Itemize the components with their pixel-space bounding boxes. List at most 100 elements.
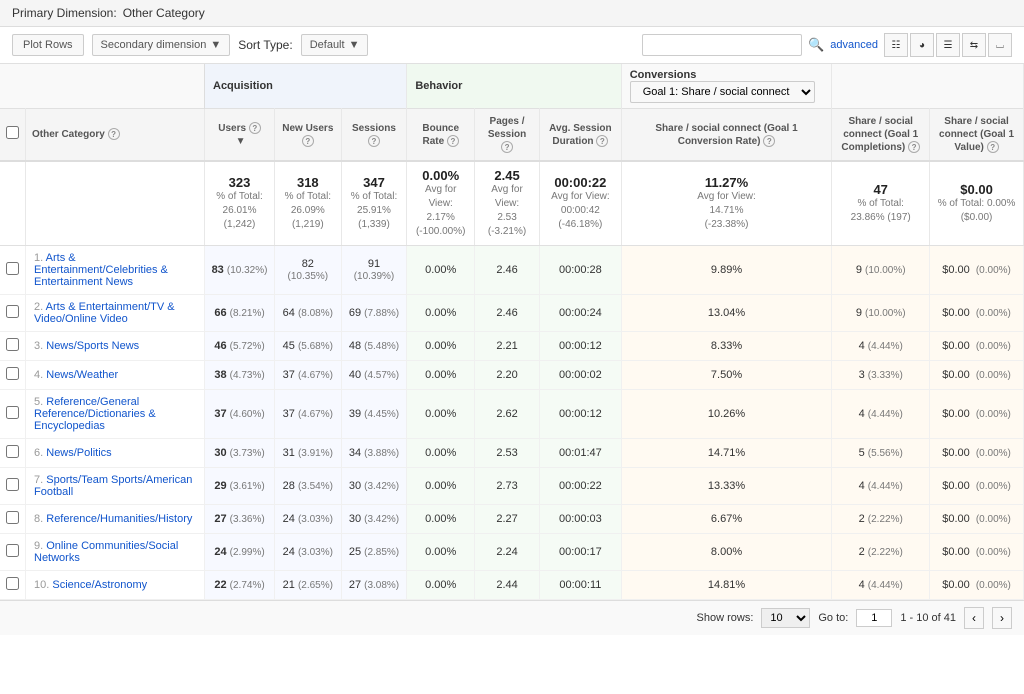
value-cell: $0.00 (0.00%) — [930, 332, 1024, 361]
value-cell: $0.00 (0.00%) — [930, 246, 1024, 295]
pages-session-cell: 2.27 — [475, 505, 540, 534]
bounce-rate-help-icon[interactable]: ? — [447, 135, 459, 147]
row-checkbox-cell — [0, 332, 26, 361]
row-checkbox-3[interactable] — [6, 367, 19, 380]
search-icon[interactable]: 🔍 — [808, 37, 824, 53]
avg-duration-cell: 00:00:12 — [540, 332, 622, 361]
table-row: 7. Sports/Team Sports/American Football … — [0, 468, 1024, 505]
completions-cell: 3 (3.33%) — [832, 361, 930, 390]
bar-view-icon[interactable]: ☰ — [936, 33, 960, 57]
completions-help-icon[interactable]: ? — [908, 141, 920, 153]
go-to-input[interactable]: 1 — [856, 609, 892, 627]
summary-completions: 47 % of Total: 23.86% (197) — [832, 161, 930, 246]
completions-cell: 4 (4.44%) — [832, 390, 930, 439]
users-cell: 83 (10.32%) — [205, 246, 275, 295]
row-checkbox-6[interactable] — [6, 478, 19, 491]
users-col-header[interactable]: Users ? ▼ — [205, 109, 275, 162]
show-rows-label: Show rows: — [697, 612, 754, 624]
conv-rate-cell: 13.04% — [621, 295, 832, 332]
new-users-cell: 82 (10.35%) — [275, 246, 342, 295]
users-cell: 24 (2.99%) — [205, 534, 275, 571]
sort-type-dropdown[interactable]: Default ▼ — [301, 34, 369, 56]
summary-category-cell — [26, 161, 205, 246]
sessions-cell: 30 (3.42%) — [341, 468, 407, 505]
select-all-checkbox[interactable] — [6, 126, 19, 139]
plot-rows-button[interactable]: Plot Rows — [12, 34, 84, 56]
search-input[interactable] — [642, 34, 802, 56]
category-link[interactable]: News/Sports News — [46, 340, 139, 352]
other-category-help-icon[interactable]: ? — [108, 128, 120, 140]
pages-session-cell: 2.44 — [475, 571, 540, 600]
toolbar-right: 🔍 advanced ☷ ◕ ☰ ⇆ ⌴ — [642, 33, 1012, 57]
new-users-help-icon[interactable]: ? — [302, 135, 314, 147]
category-link[interactable]: Science/Astronomy — [52, 579, 147, 591]
goal-selector-dropdown[interactable]: Goal 1: Share / social connect — [630, 81, 815, 103]
completions-cell: 2 (2.22%) — [832, 505, 930, 534]
row-checkbox-5[interactable] — [6, 445, 19, 458]
bounce-rate-cell: 0.00% — [407, 332, 475, 361]
pages-session-col-header[interactable]: Pages / Session ? — [475, 109, 540, 162]
conv-rate-help-icon[interactable]: ? — [763, 135, 775, 147]
bounce-rate-cell: 0.00% — [407, 390, 475, 439]
new-users-cell: 64 (8.08%) — [275, 295, 342, 332]
pie-view-icon[interactable]: ◕ — [910, 33, 934, 57]
category-link[interactable]: News/Politics — [46, 447, 111, 459]
conv-rate-cell: 8.00% — [621, 534, 832, 571]
bounce-rate-cell: 0.00% — [407, 439, 475, 468]
row-checkbox-7[interactable] — [6, 511, 19, 524]
new-users-col-header[interactable]: New Users ? — [275, 109, 342, 162]
category-link[interactable]: Reference/General Reference/Dictionaries… — [34, 396, 156, 432]
pages-session-cell: 2.73 — [475, 468, 540, 505]
sessions-cell: 48 (5.48%) — [341, 332, 407, 361]
category-link[interactable]: News/Weather — [46, 369, 118, 381]
conv-rate-col-header[interactable]: Share / social connect (Goal 1 Conversio… — [621, 109, 832, 162]
category-link[interactable]: Reference/Humanities/History — [46, 513, 192, 525]
row-checkbox-1[interactable] — [6, 305, 19, 318]
row-checkbox-0[interactable] — [6, 262, 19, 275]
conv-rate-cell: 14.71% — [621, 439, 832, 468]
completions-cell: 2 (2.22%) — [832, 534, 930, 571]
secondary-dimension-dropdown[interactable]: Secondary dimension ▼ — [92, 34, 231, 56]
table-row: 8. Reference/Humanities/History 27 (3.36… — [0, 505, 1024, 534]
advanced-link[interactable]: advanced — [830, 39, 878, 51]
prev-page-button[interactable]: ‹ — [964, 607, 984, 629]
completions-cell: 4 (4.44%) — [832, 571, 930, 600]
table-row: 1. Arts & Entertainment/Celebrities & En… — [0, 246, 1024, 295]
users-help-icon[interactable]: ? — [249, 122, 261, 134]
avg-duration-col-header[interactable]: Avg. Session Duration ? — [540, 109, 622, 162]
category-link[interactable]: Arts & Entertainment/Celebrities & Enter… — [34, 252, 168, 288]
category-link[interactable]: Arts & Entertainment/TV & Video/Online V… — [34, 301, 175, 325]
row-checkbox-8[interactable] — [6, 544, 19, 557]
sessions-col-header[interactable]: Sessions ? — [341, 109, 407, 162]
completions-col-header[interactable]: Share / social connect (Goal 1 Completio… — [832, 109, 930, 162]
sessions-cell: 34 (3.88%) — [341, 439, 407, 468]
pages-session-cell: 2.24 — [475, 534, 540, 571]
next-page-button[interactable]: › — [992, 607, 1012, 629]
row-checkbox-9[interactable] — [6, 577, 19, 590]
pivot-view-icon[interactable]: ⌴ — [988, 33, 1012, 57]
value-help-icon[interactable]: ? — [987, 141, 999, 153]
sessions-help-icon[interactable]: ? — [368, 135, 380, 147]
grid-view-icon[interactable]: ☷ — [884, 33, 908, 57]
conv-rate-cell: 9.89% — [621, 246, 832, 295]
value-cell: $0.00 (0.00%) — [930, 295, 1024, 332]
avg-duration-cell: 00:00:12 — [540, 390, 622, 439]
category-link[interactable]: Sports/Team Sports/American Football — [34, 474, 192, 498]
avg-duration-help-icon[interactable]: ? — [596, 135, 608, 147]
show-rows-select[interactable]: 10 25 50 100 — [761, 608, 810, 628]
value-col-header[interactable]: Share / social connect (Goal 1 Value) ? — [930, 109, 1024, 162]
bounce-rate-cell: 0.00% — [407, 295, 475, 332]
avg-duration-cell: 00:00:28 — [540, 246, 622, 295]
table-row: 6. News/Politics 30 (3.73%) 31 (3.91%) 3… — [0, 439, 1024, 468]
row-checkbox-4[interactable] — [6, 406, 19, 419]
row-checkbox-2[interactable] — [6, 338, 19, 351]
category-cell: 3. News/Sports News — [26, 332, 205, 361]
compare-view-icon[interactable]: ⇆ — [962, 33, 986, 57]
category-link[interactable]: Online Communities/Social Networks — [34, 540, 178, 564]
pages-session-help-icon[interactable]: ? — [501, 141, 513, 153]
category-cell: 5. Reference/General Reference/Dictionar… — [26, 390, 205, 439]
new-users-cell: 24 (3.03%) — [275, 505, 342, 534]
bounce-rate-col-header[interactable]: Bounce Rate ? — [407, 109, 475, 162]
value-cell: $0.00 (0.00%) — [930, 505, 1024, 534]
category-cell: 9. Online Communities/Social Networks — [26, 534, 205, 571]
